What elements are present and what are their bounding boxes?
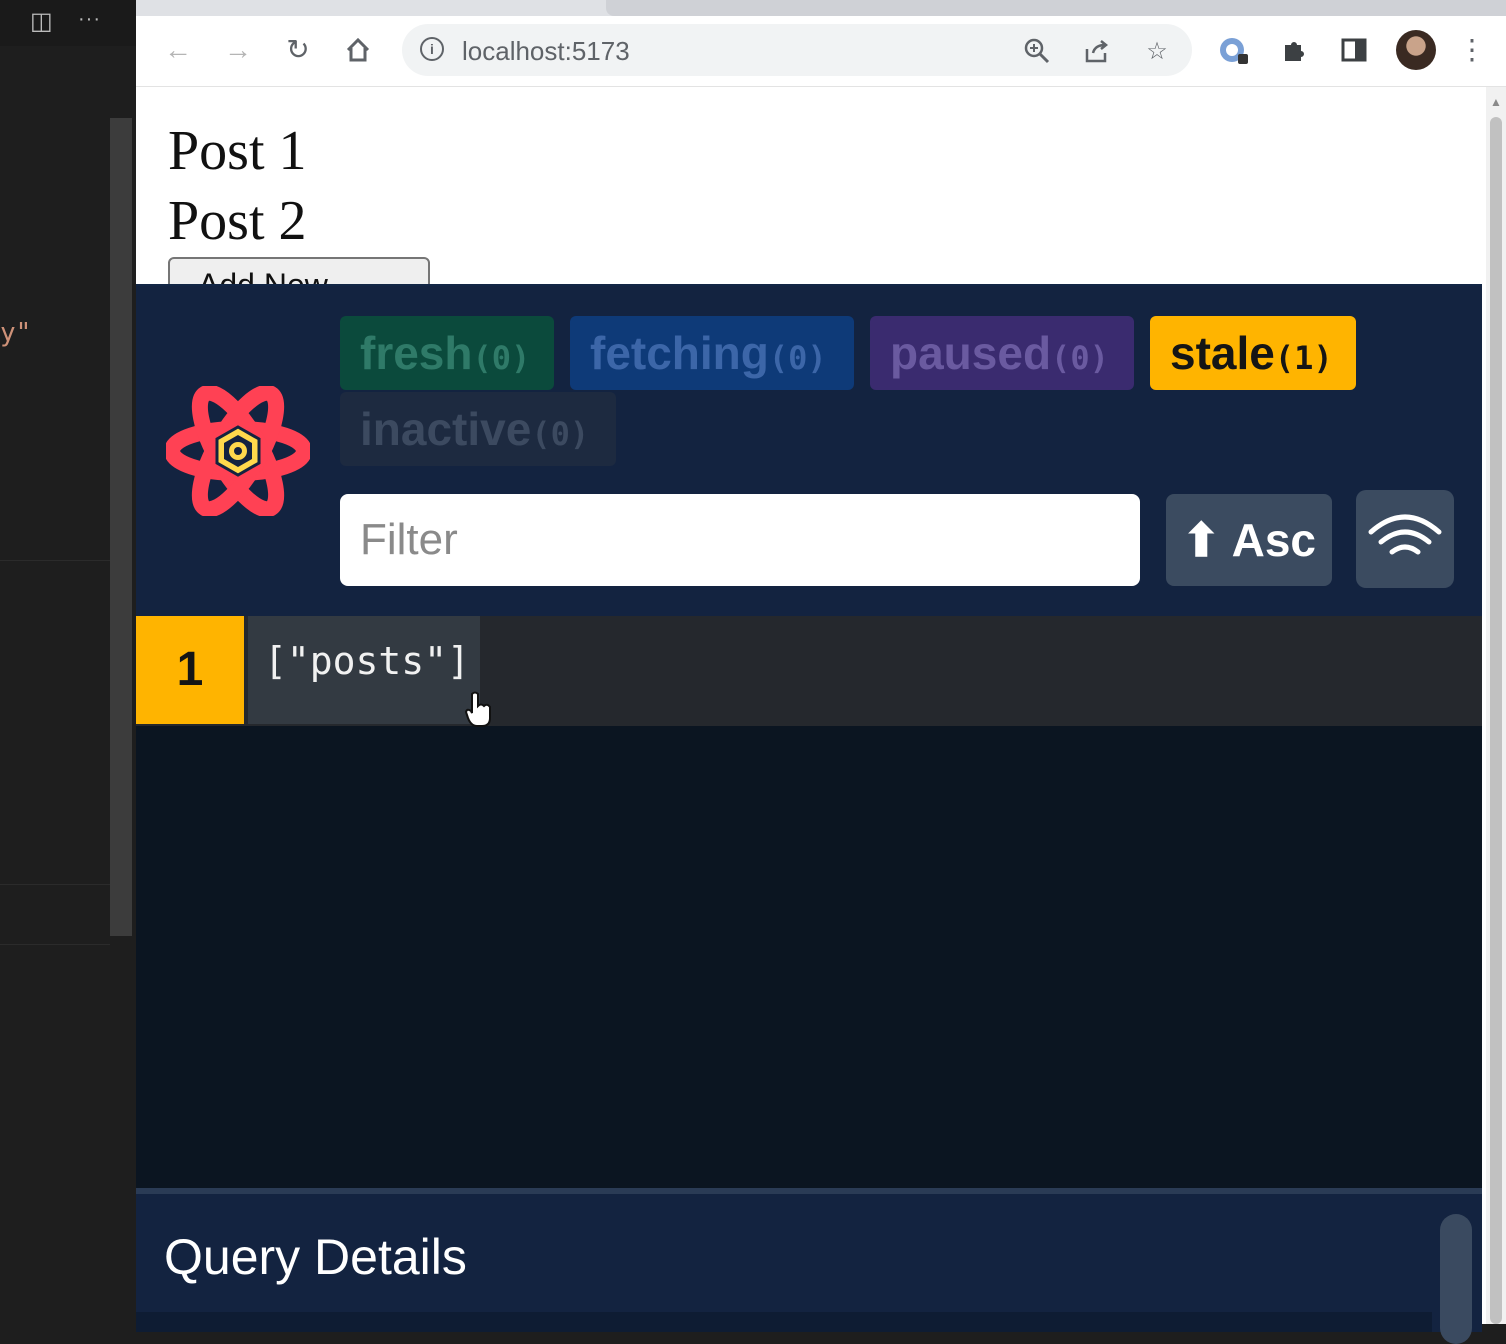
editor-divider	[0, 884, 110, 885]
page-content: Post 1 Post 2 Add New	[136, 87, 1486, 297]
query-details-title: Query Details	[164, 1229, 467, 1285]
browser-window: ← → ↻ i localhost:5173 ☆ ⋮ Post 1 Post 2…	[136, 0, 1506, 1344]
fetching-count: (0)	[768, 339, 827, 377]
query-observer-count: 1	[136, 616, 244, 724]
fetching-label: fetching	[590, 327, 769, 379]
avatar[interactable]	[1396, 30, 1436, 70]
side-panel-icon[interactable]	[1336, 32, 1372, 68]
tab-strip	[136, 0, 1506, 16]
sort-direction-button[interactable]: ⬆ Asc	[1166, 494, 1332, 586]
devtools-header: fresh(0) fetching(0) paused(0) stale(1) …	[136, 286, 1482, 616]
browser-toolbar: ← → ↻ i localhost:5173 ☆ ⋮	[136, 16, 1506, 87]
stale-count: (1)	[1274, 339, 1333, 377]
split-editor-icon[interactable]: ◫	[30, 10, 56, 34]
puzzle-icon[interactable]	[1276, 32, 1312, 68]
fetching-badge: fetching(0)	[570, 316, 854, 390]
url-text[interactable]: localhost:5173	[462, 36, 630, 67]
page-scrollbar[interactable]: ▲	[1486, 87, 1506, 1324]
react-query-logo-icon[interactable]	[166, 386, 310, 516]
arrow-left-icon[interactable]: ←	[160, 32, 196, 68]
react-query-devtools-panel: fresh(0) fetching(0) paused(0) stale(1) …	[136, 284, 1482, 1344]
post-item: Post 1	[168, 120, 307, 182]
fresh-label: fresh	[360, 327, 473, 379]
details-scrollbar[interactable]	[1440, 1214, 1472, 1344]
info-icon[interactable]: i	[420, 37, 444, 61]
zoom-icon[interactable]	[1022, 37, 1052, 67]
stale-label: stale	[1170, 327, 1275, 379]
paused-badge: paused(0)	[870, 316, 1134, 390]
wifi-icon	[1368, 514, 1442, 555]
inactive-badge: inactive(0)	[340, 392, 616, 466]
editor-divider	[0, 560, 110, 561]
editor-divider	[0, 944, 110, 945]
scrollbar-thumb[interactable]	[1490, 117, 1502, 1324]
share-icon[interactable]	[1082, 37, 1112, 67]
fresh-badge: fresh(0)	[340, 316, 554, 390]
reload-icon[interactable]: ↻	[280, 32, 316, 68]
code-editor-strip: ◫ ··· y"	[0, 0, 136, 1324]
star-icon[interactable]: ☆	[1142, 37, 1172, 67]
inactive-label: inactive	[360, 403, 532, 455]
stale-badge: stale(1)	[1150, 316, 1356, 390]
paused-label: paused	[890, 327, 1052, 379]
code-fragment: y"	[0, 318, 32, 348]
query-key[interactable]: ["posts"]	[248, 616, 480, 724]
kebab-menu-icon[interactable]: ⋮	[1454, 32, 1490, 68]
query-details-section: Query Details	[136, 1188, 1482, 1344]
editor-scrollbar[interactable]	[110, 118, 132, 936]
paused-count: (0)	[1051, 339, 1109, 377]
address-bar[interactable]: i localhost:5173 ☆	[402, 24, 1192, 76]
online-toggle-button[interactable]	[1356, 490, 1454, 588]
post-item: Post 2	[168, 190, 307, 252]
details-divider	[136, 1312, 1432, 1332]
query-row[interactable]: 1 ["posts"]	[136, 616, 1482, 726]
extension-icon[interactable]	[1216, 32, 1252, 68]
home-icon[interactable]	[340, 32, 376, 68]
more-actions-icon[interactable]: ···	[78, 8, 108, 32]
editor-title-bar: ◫ ···	[0, 0, 136, 46]
arrow-right-icon[interactable]: →	[220, 32, 256, 68]
hand-cursor-icon	[464, 691, 491, 727]
inactive-count: (0)	[531, 415, 590, 453]
active-tab[interactable]	[606, 0, 1506, 16]
filter-input[interactable]	[340, 494, 1140, 586]
scroll-up-icon[interactable]: ▲	[1490, 95, 1502, 109]
fresh-count: (0)	[472, 339, 531, 377]
